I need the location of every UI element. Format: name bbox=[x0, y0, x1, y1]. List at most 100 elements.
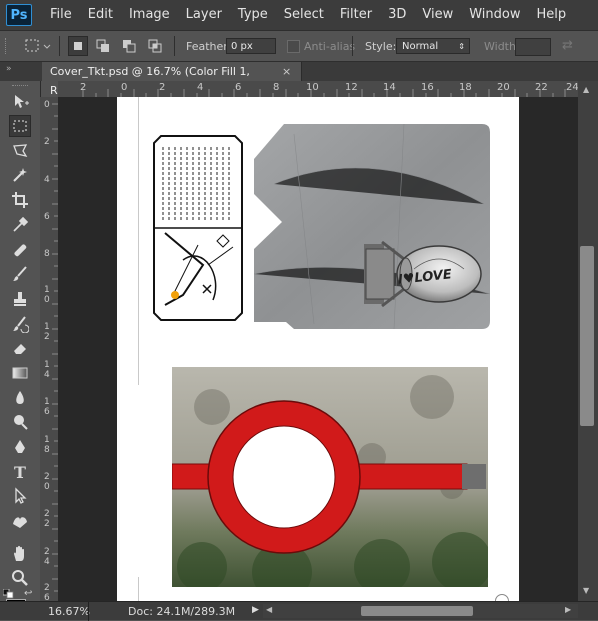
scroll-down-icon[interactable]: ▼ bbox=[583, 586, 589, 595]
style-select-value: Normal bbox=[402, 41, 439, 52]
swap-width-height-icon[interactable]: ⇄ bbox=[562, 38, 582, 54]
canvas-area[interactable]: SCHEDULE SHUTTLE PICKUP bbox=[58, 97, 578, 601]
pen-tool-icon[interactable] bbox=[9, 436, 31, 458]
menu-type[interactable]: Type bbox=[230, 0, 276, 30]
antialias-checkbox[interactable] bbox=[287, 40, 300, 53]
zoom-level[interactable]: 16.67% bbox=[48, 605, 90, 618]
ruler-mark: 2 4 bbox=[44, 547, 50, 567]
quick-selection-tool-icon[interactable] bbox=[9, 164, 31, 186]
gradient-tool-icon[interactable] bbox=[9, 362, 31, 384]
grip-handle[interactable] bbox=[12, 85, 28, 88]
document-tab-row: » Cover_Tkt.psd @ 16.7% (Color Fill 1, R… bbox=[0, 62, 598, 97]
clone-stamp-tool-icon[interactable] bbox=[9, 288, 31, 310]
menu-window[interactable]: Window bbox=[461, 0, 528, 30]
map-label: SHUTTLE PICKUP bbox=[153, 135, 154, 136]
ruler-mark: 6 bbox=[44, 212, 50, 222]
ruler-mark: 18 bbox=[459, 82, 472, 93]
photoshop-logo[interactable]: Ps bbox=[6, 4, 32, 26]
ruler-mark: 20 bbox=[497, 82, 510, 93]
antialias-label: Anti-alias bbox=[304, 40, 356, 53]
lasso-tool-icon[interactable] bbox=[9, 140, 31, 162]
ruler-mark: 2 6 bbox=[44, 583, 50, 603]
menu-3d[interactable]: 3D bbox=[380, 0, 414, 30]
blur-tool-icon[interactable] bbox=[9, 387, 31, 409]
options-bar: Feather: 0 px Anti-alias Style: Normal ⇕… bbox=[0, 30, 598, 62]
cover-image[interactable] bbox=[172, 367, 488, 587]
width-input[interactable] bbox=[515, 38, 551, 56]
ruler-mark: 2 bbox=[159, 82, 166, 93]
ruler-mark: 24 bbox=[566, 82, 579, 93]
style-select[interactable]: Normal ⇕ bbox=[396, 38, 470, 54]
zoom-tool-icon[interactable] bbox=[9, 567, 31, 589]
move-tool-icon[interactable] bbox=[9, 91, 31, 113]
crop-tool-icon[interactable] bbox=[9, 189, 31, 211]
ruler-mark: 4 bbox=[197, 82, 204, 93]
brush-tool-icon[interactable] bbox=[9, 263, 31, 285]
menu-file[interactable]: File bbox=[42, 0, 80, 30]
custom-shape-tool-icon[interactable] bbox=[9, 510, 31, 532]
ruler-mark: 1 0 bbox=[44, 285, 50, 305]
ruler-mark: 10 bbox=[306, 82, 319, 93]
ruler-mark: 4 bbox=[44, 175, 50, 185]
default-colors-icon[interactable] bbox=[2, 588, 15, 599]
menu-select[interactable]: Select bbox=[276, 0, 332, 30]
divider bbox=[352, 36, 353, 56]
subtract-from-selection-icon[interactable] bbox=[120, 36, 140, 56]
collapse-panel-icon[interactable]: » bbox=[6, 64, 12, 74]
ticket-stub[interactable]: SCHEDULE SHUTTLE PICKUP bbox=[153, 135, 243, 321]
scroll-up-icon[interactable]: ▲ bbox=[583, 85, 589, 94]
guide-line[interactable] bbox=[138, 577, 139, 601]
scroll-right-icon[interactable]: ▶ bbox=[565, 605, 571, 614]
ruler-mark: 2 2 bbox=[44, 509, 50, 529]
menu-edit[interactable]: Edit bbox=[80, 0, 121, 30]
type-tool-icon[interactable]: T bbox=[9, 461, 31, 483]
intersect-selection-icon[interactable] bbox=[146, 36, 166, 56]
status-menu-arrow-icon[interactable]: ▶ bbox=[252, 605, 259, 615]
style-label: Style: bbox=[365, 40, 397, 53]
vertical-ruler: 0 2 4 6 8 1 0 1 2 1 4 1 6 1 8 2 0 2 2 2 … bbox=[40, 97, 59, 603]
ruler-mark: 0 bbox=[44, 100, 50, 110]
ruler-mark: 6 bbox=[235, 82, 242, 93]
ruler-mark: 2 bbox=[44, 137, 50, 147]
hand-tool-icon[interactable] bbox=[9, 543, 31, 565]
horizontal-scrollbar[interactable]: ◀ ▶ bbox=[263, 604, 578, 618]
close-tab-icon[interactable]: × bbox=[282, 62, 291, 81]
guide-line[interactable] bbox=[138, 97, 139, 385]
vertical-scroll-thumb[interactable] bbox=[580, 246, 594, 426]
marquee-preset-icon[interactable] bbox=[22, 37, 52, 55]
menu-filter[interactable]: Filter bbox=[332, 0, 380, 30]
menu-view[interactable]: View bbox=[414, 0, 461, 30]
rectangular-marquee-tool-icon[interactable] bbox=[9, 115, 31, 137]
feather-input[interactable]: 0 px bbox=[226, 38, 276, 54]
swap-colors-icon[interactable]: ↩ bbox=[24, 588, 32, 599]
healing-brush-tool-icon[interactable] bbox=[9, 239, 31, 261]
tools-panel: T ↩ bbox=[0, 81, 41, 615]
ruler-mark: 14 bbox=[383, 82, 396, 93]
add-to-selection-icon[interactable] bbox=[94, 36, 114, 56]
eyedropper-tool-icon[interactable] bbox=[9, 214, 31, 236]
menu-image[interactable]: Image bbox=[121, 0, 178, 30]
scroll-left-icon[interactable]: ◀ bbox=[266, 605, 272, 614]
dodge-tool-icon[interactable] bbox=[9, 411, 31, 433]
ticket-front[interactable]: I♥LOVE bbox=[253, 123, 491, 330]
ruler-mark: 12 bbox=[345, 82, 358, 93]
history-brush-tool-icon[interactable] bbox=[9, 313, 31, 335]
document-tab[interactable]: Cover_Tkt.psd @ 16.7% (Color Fill 1, RGB… bbox=[42, 62, 302, 97]
compass-icon bbox=[495, 594, 509, 601]
feather-label: Feather: bbox=[186, 40, 232, 53]
path-selection-tool-icon[interactable] bbox=[9, 485, 31, 507]
ruler-mark: 2 bbox=[80, 82, 87, 93]
updown-arrows-icon: ⇕ bbox=[458, 42, 465, 51]
grip-handle[interactable] bbox=[5, 38, 10, 54]
ruler-mark: 8 bbox=[273, 82, 280, 93]
vertical-scrollbar[interactable]: ▲ ▼ bbox=[578, 81, 598, 601]
new-selection-icon[interactable] bbox=[68, 36, 88, 56]
eraser-tool-icon[interactable] bbox=[9, 337, 31, 359]
divider bbox=[59, 36, 60, 56]
divider bbox=[88, 602, 89, 621]
ruler-mark: 2 0 bbox=[44, 472, 50, 492]
menu-layer[interactable]: Layer bbox=[178, 0, 230, 30]
menu-help[interactable]: Help bbox=[529, 0, 575, 30]
ruler-mark: 8 bbox=[44, 249, 50, 259]
horizontal-scroll-thumb[interactable] bbox=[361, 606, 473, 616]
